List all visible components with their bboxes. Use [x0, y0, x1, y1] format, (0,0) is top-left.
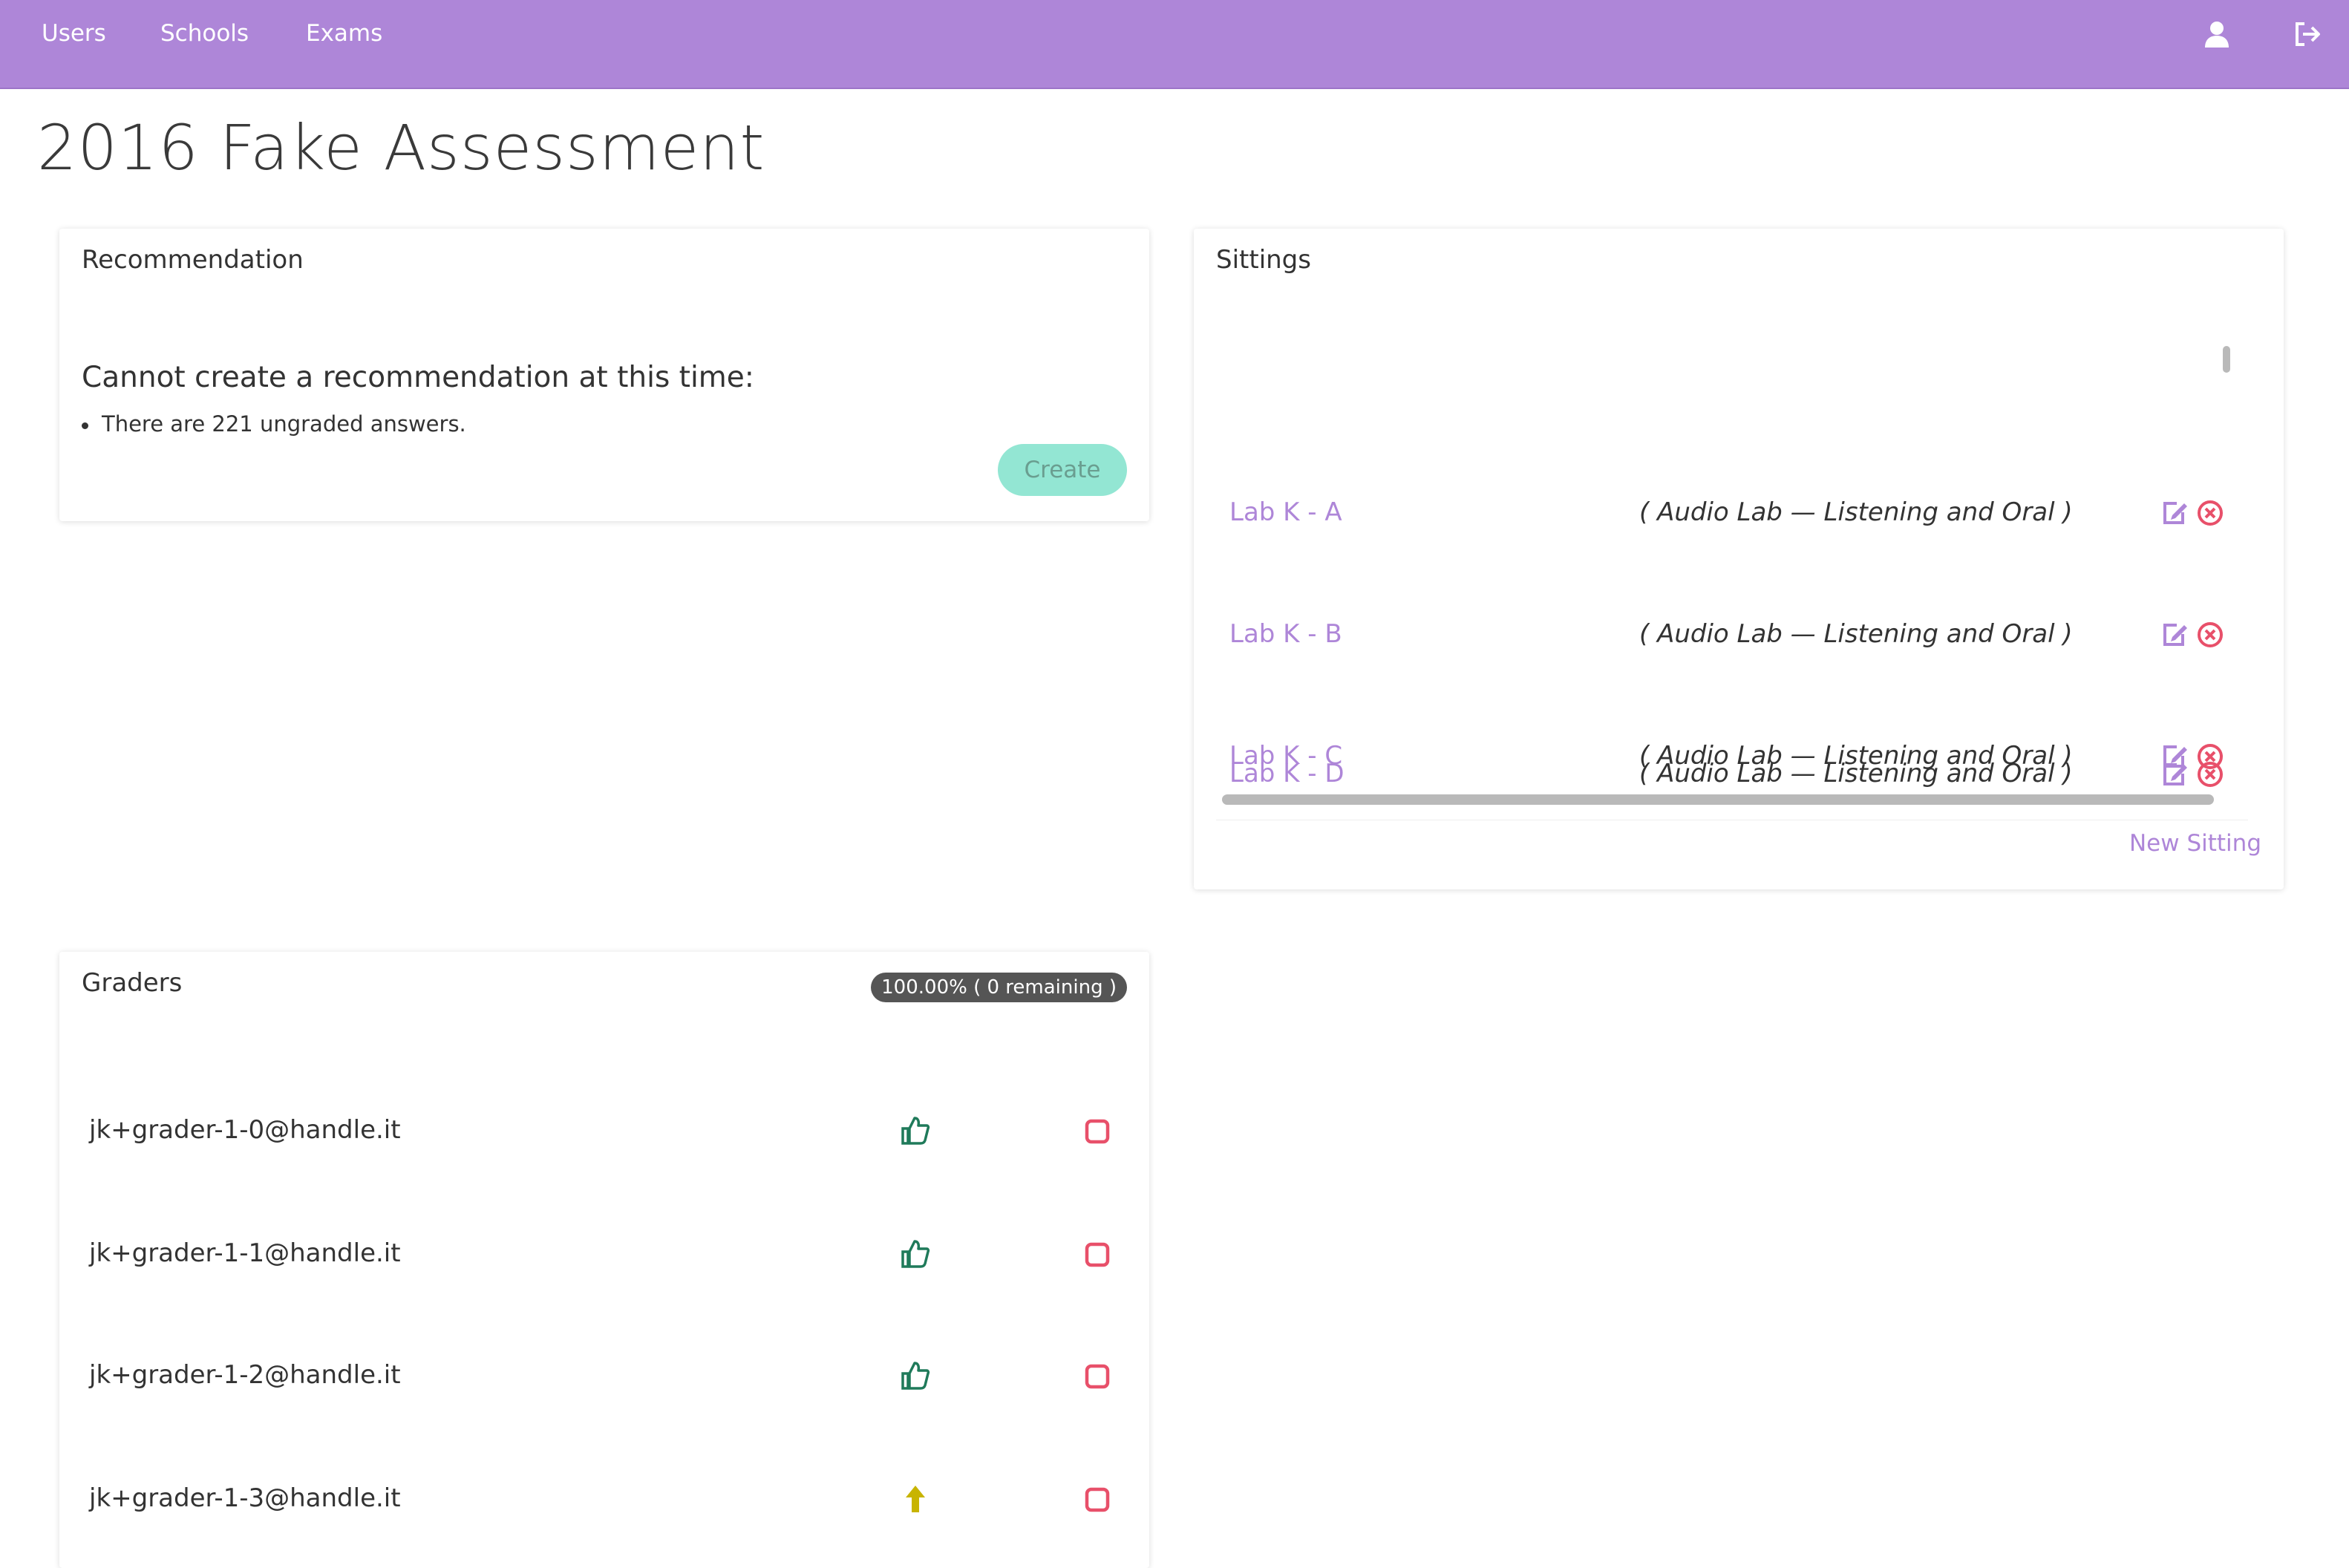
remove-checkbox-icon[interactable]	[1084, 1118, 1111, 1145]
new-sitting-link[interactable]: New Sitting	[2129, 830, 2261, 857]
page-title: 2016 Fake Assessment	[37, 111, 765, 184]
horizontal-scrollbar[interactable]	[1222, 794, 2214, 805]
logout-icon[interactable]	[2293, 19, 2322, 49]
remove-checkbox-icon[interactable]	[1084, 1486, 1111, 1513]
delete-icon[interactable]	[2196, 499, 2224, 527]
edit-icon[interactable]	[2160, 499, 2189, 527]
edit-icon[interactable]	[2160, 760, 2189, 788]
bullet-icon	[82, 422, 88, 429]
recommendation-reason-text: There are 221 ungraded answers.	[102, 411, 466, 437]
grader-row: jk+grader-1-2@handle.it	[59, 1351, 1151, 1403]
grader-email: jk+grader-1-0@handle.it	[89, 1115, 401, 1145]
grader-row: jk+grader-1-1@handle.it	[59, 1229, 1151, 1281]
delete-icon[interactable]	[2196, 621, 2224, 649]
sittings-list[interactable]: Lab K - A ( Audio Lab — Listening and Or…	[1216, 337, 2248, 820]
sitting-row: Lab K - D ( Audio Lab — Listening and Or…	[1216, 753, 2233, 797]
sittings-title: Sittings	[1216, 245, 1311, 275]
grader-row: jk+grader-1-3@handle.it	[59, 1474, 1151, 1526]
graders-title: Graders	[82, 968, 183, 998]
delete-icon[interactable]	[2196, 760, 2224, 788]
sitting-row: Lab K - B ( Audio Lab — Listening and Or…	[1216, 613, 2233, 658]
recommendation-title: Recommendation	[82, 245, 304, 275]
create-button[interactable]: Create	[998, 444, 1127, 496]
recommendation-heading: Cannot create a recommendation at this t…	[82, 361, 754, 394]
thumbs-up-icon	[901, 1240, 930, 1268]
thumbs-up-icon	[901, 1117, 930, 1145]
sitting-description: ( Audio Lab — Listening and Oral )	[1639, 759, 2073, 788]
sitting-row: Lab K - A ( Audio Lab — Listening and Or…	[1216, 491, 2233, 536]
grader-email: jk+grader-1-2@handle.it	[89, 1360, 401, 1390]
nav-exams-link[interactable]: Exams	[306, 0, 382, 67]
grader-email: jk+grader-1-3@handle.it	[89, 1483, 401, 1513]
thumbs-up-icon	[901, 1362, 930, 1390]
sitting-name-link[interactable]: Lab K - B	[1229, 619, 1342, 649]
arrow-up-icon	[906, 1486, 925, 1512]
nav-users-link[interactable]: Users	[42, 0, 106, 67]
sitting-name-link[interactable]: Lab K - D	[1229, 759, 1345, 788]
grading-progress-badge: 100.00% ( 0 remaining )	[871, 973, 1127, 1002]
remove-checkbox-icon[interactable]	[1084, 1363, 1111, 1390]
sittings-panel: Sittings Lab K - A ( Audio Lab — Listeni…	[1194, 229, 2284, 889]
user-icon[interactable]	[2202, 19, 2232, 49]
graders-panel: Graders 100.00% ( 0 remaining ) jk+grade…	[59, 952, 1149, 1568]
remove-checkbox-icon[interactable]	[1084, 1241, 1111, 1268]
edit-icon[interactable]	[2160, 621, 2189, 649]
nav-schools-link[interactable]: Schools	[160, 0, 249, 67]
sitting-description: ( Audio Lab — Listening and Oral )	[1639, 619, 2073, 649]
recommendation-panel: Recommendation Cannot create a recommend…	[59, 229, 1149, 521]
recommendation-reason: There are 221 ungraded answers.	[82, 411, 466, 437]
grader-email: jk+grader-1-1@handle.it	[89, 1238, 401, 1268]
vertical-scrollbar[interactable]	[2223, 346, 2230, 373]
top-navbar: Users Schools Exams	[0, 0, 2349, 89]
grader-row: jk+grader-1-0@handle.it	[59, 1106, 1151, 1158]
sitting-description: ( Audio Lab — Listening and Oral )	[1639, 497, 2073, 527]
sitting-name-link[interactable]: Lab K - A	[1229, 497, 1342, 527]
